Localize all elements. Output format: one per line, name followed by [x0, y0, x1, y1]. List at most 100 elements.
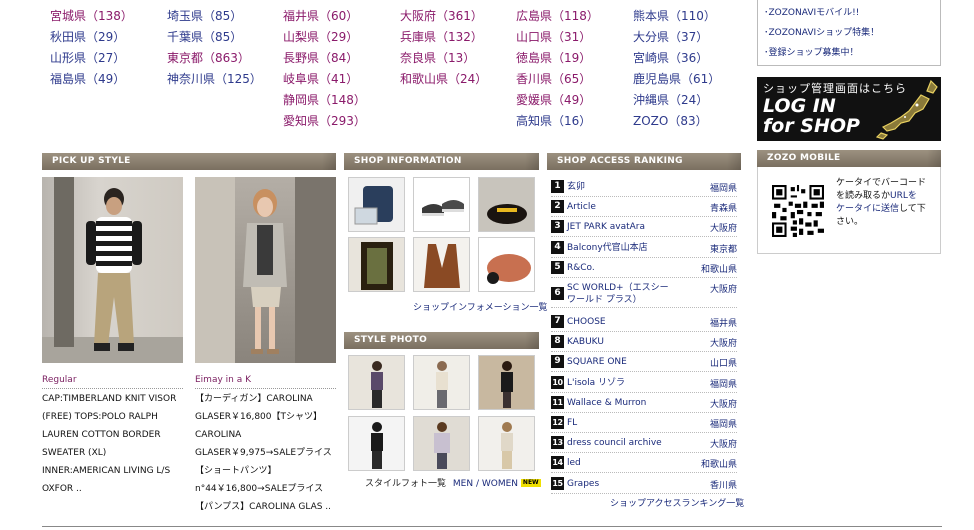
shop-login-banner[interactable]: ショップ管理画面はこちら LOG IN for SHOP	[757, 77, 941, 141]
prefecture-link[interactable]: 静岡県（148）	[283, 92, 398, 113]
pickup-photo-2[interactable]	[195, 177, 336, 363]
ranking-prefecture-link[interactable]: 大阪府	[710, 397, 737, 410]
ranking-row[interactable]: 11 Wallace & Murron 大阪府	[551, 393, 737, 413]
ranking-row[interactable]: 10 L'isola リゾラ 福岡県	[551, 373, 737, 393]
prefecture-link[interactable]: 神奈川県（125）	[167, 71, 282, 92]
prefecture-link[interactable]: 山形県（27）	[50, 50, 165, 71]
prefecture-link[interactable]: ZOZO（83）	[633, 113, 748, 134]
ranking-shop-link[interactable]: L'isola リゾラ	[567, 377, 625, 389]
ranking-row[interactable]: 12 FL 福岡県	[551, 413, 737, 433]
prefecture-link[interactable]: 愛知県（293）	[283, 113, 398, 134]
ranking-prefecture-link[interactable]: 和歌山県	[701, 262, 737, 275]
pickup-description-1[interactable]: CAP:TIMBERLAND KNIT VISOR (FREE) TOPS:POL…	[42, 390, 188, 498]
ranking-shop-link[interactable]: 玄卯	[567, 181, 585, 193]
shop-info-thumb-jacket[interactable]	[348, 177, 405, 232]
ranking-prefecture-link[interactable]: 大阪府	[710, 221, 737, 234]
shop-info-thumb-cap[interactable]	[478, 177, 535, 232]
pickup-shop-link-1[interactable]: Regular	[42, 375, 77, 385]
style-photo-thumb-5[interactable]	[413, 416, 470, 471]
prefecture-link[interactable]: 秋田県（29）	[50, 29, 165, 50]
ranking-prefecture-link[interactable]: 青森県	[710, 201, 737, 214]
ranking-shop-link[interactable]: SC WORLD+（エスシー ワールド プラス）	[567, 282, 669, 306]
ranking-prefecture-link[interactable]: 香川県	[710, 478, 737, 491]
ranking-shop-link[interactable]: Wallace & Murron	[567, 397, 646, 409]
prefecture-link[interactable]: 長野県（84）	[283, 50, 398, 71]
ranking-prefecture-link[interactable]: 和歌山県	[701, 457, 737, 470]
style-photo-thumb-1[interactable]	[348, 355, 405, 410]
ranking-row[interactable]: 3 JET PARK avatAra 大阪府	[551, 217, 737, 238]
prefecture-link[interactable]: 愛媛県（49）	[516, 92, 631, 113]
prefecture-link[interactable]: 宮城県（138）	[50, 8, 165, 29]
ranking-prefecture-link[interactable]: 福岡県	[710, 377, 737, 390]
ranking-row[interactable]: 13 dress council archive 大阪府	[551, 433, 737, 454]
prefecture-link[interactable]: 山梨県（29）	[283, 29, 398, 50]
ranking-row[interactable]: 8 KABUKU 大阪府	[551, 332, 737, 353]
ranking-shop-link[interactable]: CHOOSE	[567, 316, 606, 328]
ranking-shop-link[interactable]: Article	[567, 201, 596, 213]
ranking-row[interactable]: 2 Article 青森県	[551, 197, 737, 218]
ranking-row[interactable]: 6 SC WORLD+（エスシー ワールド プラス） 大阪府	[551, 278, 737, 308]
ranking-shop-link[interactable]: FL	[567, 417, 577, 429]
prefecture-link[interactable]: 東京都（863）	[167, 50, 282, 71]
news-link-recruit[interactable]: ･登録ショップ募集中！	[758, 44, 940, 64]
ranking-prefecture-link[interactable]: 大阪府	[710, 282, 737, 295]
prefecture-link[interactable]: 兵庫県（132）	[400, 29, 515, 50]
pickup-description-2[interactable]: 【カーディガン】CAROLINA GLASER￥16,800【Tシャツ】 CAROL…	[195, 390, 341, 516]
ranking-shop-link[interactable]: Balcony代官山本店	[567, 242, 648, 254]
style-photo-thumb-4[interactable]	[348, 416, 405, 471]
ranking-prefecture-link[interactable]: 福岡県	[710, 417, 737, 430]
ranking-shop-link[interactable]: JET PARK avatAra	[567, 221, 645, 233]
ranking-prefecture-link[interactable]: 大阪府	[710, 336, 737, 349]
shop-info-thumb-shoes[interactable]	[413, 177, 470, 232]
shop-info-thumb-hat[interactable]	[478, 237, 535, 292]
ranking-prefecture-link[interactable]: 大阪府	[710, 437, 737, 450]
prefecture-link[interactable]: 福島県（49）	[50, 71, 165, 92]
prefecture-link[interactable]: 熊本県（110）	[633, 8, 748, 29]
ranking-row[interactable]: 14 led 和歌山県	[551, 453, 737, 474]
ranking-shop-link[interactable]: R&Co.	[567, 262, 595, 274]
style-photo-list-link[interactable]: スタイルフォト一覧	[365, 479, 446, 489]
style-photo-thumb-3[interactable]	[478, 355, 535, 410]
style-photo-thumb-6[interactable]	[478, 416, 535, 471]
ranking-shop-link[interactable]: led	[567, 457, 581, 469]
ranking-shop-link[interactable]: Grapes	[567, 478, 599, 490]
ranking-prefecture-link[interactable]: 山口県	[710, 356, 737, 369]
ranking-shop-link[interactable]: KABUKU	[567, 336, 604, 348]
ranking-list-link[interactable]: ショップアクセスランキング一覧	[610, 496, 744, 509]
prefecture-link[interactable]: 高知県（16）	[516, 113, 631, 134]
prefecture-link[interactable]: 広島県（118）	[516, 8, 631, 29]
pickup-shop-link-2[interactable]: Eimay in a K	[195, 375, 251, 385]
style-photo-women-link[interactable]: WOMEN	[482, 479, 518, 489]
ranking-row[interactable]: 15 Grapes 香川県	[551, 474, 737, 494]
prefecture-link[interactable]: 千葉県（85）	[167, 29, 282, 50]
prefecture-link[interactable]: 鹿児島県（61）	[633, 71, 748, 92]
shop-info-thumb-shirt[interactable]	[348, 237, 405, 292]
news-link-mobile[interactable]: ･ZOZONAVIモバイル!!	[758, 4, 940, 24]
prefecture-link[interactable]: 福井県（60）	[283, 8, 398, 29]
prefecture-link[interactable]: 奈良県（13）	[400, 50, 515, 71]
prefecture-link[interactable]: 香川県（65）	[516, 71, 631, 92]
prefecture-link[interactable]: 徳島県（19）	[516, 50, 631, 71]
prefecture-link[interactable]: 大阪府（361）	[400, 8, 515, 29]
shop-info-list-link[interactable]: ショップインフォメーション一覧	[413, 300, 548, 313]
pickup-photo-1[interactable]	[42, 177, 183, 363]
ranking-row[interactable]: 1 玄卯 福岡県	[551, 177, 737, 197]
prefecture-link[interactable]: 大分県（37）	[633, 29, 748, 50]
ranking-prefecture-link[interactable]: 東京都	[710, 242, 737, 255]
prefecture-link[interactable]: 埼玉県（85）	[167, 8, 282, 29]
prefecture-link[interactable]: 岐阜県（41）	[283, 71, 398, 92]
ranking-row[interactable]: 4 Balcony代官山本店 東京都	[551, 238, 737, 258]
style-photo-men-link[interactable]: MEN	[453, 479, 473, 489]
prefecture-link[interactable]: 沖縄県（24）	[633, 92, 748, 113]
zozo-mobile-send-link[interactable]: ケータイに送信	[836, 204, 899, 214]
ranking-row[interactable]: 9 SQUARE ONE 山口県	[551, 352, 737, 373]
zozo-mobile-url-link[interactable]: URLを	[890, 191, 917, 201]
ranking-row[interactable]: 5 R&Co. 和歌山県	[551, 258, 737, 278]
ranking-prefecture-link[interactable]: 福岡県	[710, 181, 737, 194]
prefecture-link[interactable]: 和歌山県（24）	[400, 71, 515, 92]
ranking-row[interactable]: 7 CHOOSE 福井県	[551, 312, 737, 332]
ranking-shop-link[interactable]: SQUARE ONE	[567, 356, 627, 368]
prefecture-link[interactable]: 宮崎県（36）	[633, 50, 748, 71]
style-photo-thumb-2[interactable]	[413, 355, 470, 410]
shop-info-thumb-vest[interactable]	[413, 237, 470, 292]
